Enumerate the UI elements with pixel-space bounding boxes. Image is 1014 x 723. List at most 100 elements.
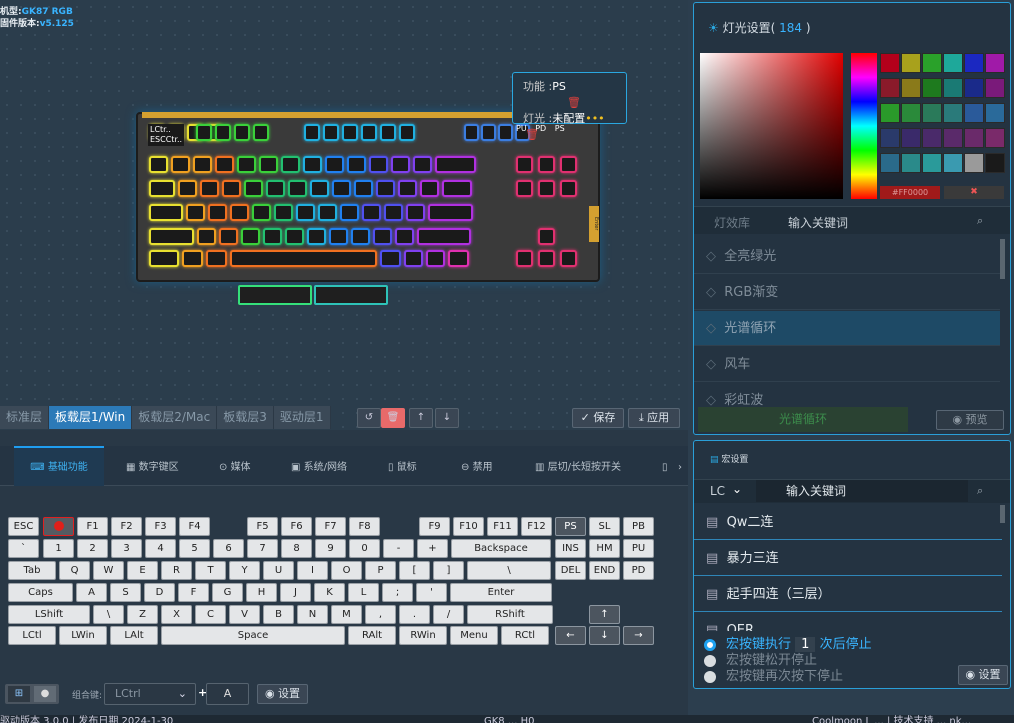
key-r2-15[interactable]: HM xyxy=(589,539,620,558)
preview-key[interactable] xyxy=(307,228,326,245)
radio-icon[interactable] xyxy=(704,654,716,667)
color-swatch[interactable] xyxy=(922,103,942,123)
key-r3-11[interactable]: [ xyxy=(399,561,430,580)
preview-key[interactable] xyxy=(149,156,168,173)
list-item[interactable]: ◇ 全亮绿光 xyxy=(694,239,1000,274)
color-swatch[interactable] xyxy=(901,103,921,123)
key-r5-8[interactable]: M xyxy=(331,605,362,624)
preview-key[interactable] xyxy=(215,156,234,173)
preview-key[interactable] xyxy=(560,156,577,173)
preview-key[interactable] xyxy=(560,180,577,197)
preview-key[interactable] xyxy=(274,204,293,221)
key-r6-10[interactable]: → xyxy=(623,626,654,645)
preview-key[interactable] xyxy=(329,228,348,245)
tab-numpad[interactable]: ▦ 数字键区 xyxy=(126,446,179,486)
key-r4-2[interactable]: S xyxy=(110,583,141,602)
preview-key[interactable] xyxy=(404,250,423,267)
key-r1-16[interactable]: PB xyxy=(623,517,654,536)
key-r1-8[interactable]: F7 xyxy=(315,517,346,536)
color-swatch[interactable] xyxy=(880,153,900,173)
tab-standard-layer[interactable]: 标准层 xyxy=(0,406,50,429)
delete-icon[interactable]: 🗑 xyxy=(381,408,405,428)
current-effect-button[interactable]: 光谱循环 xyxy=(698,407,908,432)
key-r1-0[interactable]: ESC xyxy=(8,517,39,536)
preview-key[interactable] xyxy=(230,204,249,221)
combo-settings-button[interactable]: ◉ 设置 xyxy=(257,684,308,704)
key-r2-12[interactable]: + xyxy=(417,539,448,558)
color-swatch[interactable] xyxy=(943,53,963,73)
tab-system-network[interactable]: ▣ 系统/网络 xyxy=(291,446,347,486)
key-r2-6[interactable]: 6 xyxy=(213,539,244,558)
color-swatch[interactable] xyxy=(943,128,963,148)
color-swatch[interactable] xyxy=(943,153,963,173)
tab-more-icon[interactable]: ▯ xyxy=(662,446,668,486)
spacebar-right-swatch[interactable] xyxy=(314,285,388,305)
key-r6-8[interactable]: ← xyxy=(555,626,586,645)
key-r3-5[interactable]: T xyxy=(195,561,226,580)
preview-key[interactable] xyxy=(281,156,300,173)
preview-key[interactable] xyxy=(442,180,472,197)
preview-key[interactable] xyxy=(362,204,381,221)
color-swatch[interactable] xyxy=(985,103,1005,123)
windows-icon[interactable]: ⊞ xyxy=(8,686,30,702)
color-saturation-picker[interactable] xyxy=(700,53,843,199)
preview-key[interactable] xyxy=(398,180,417,197)
key-r3-10[interactable]: P xyxy=(365,561,396,580)
color-swatch[interactable] xyxy=(985,128,1005,148)
key-r2-3[interactable]: 3 xyxy=(111,539,142,558)
spacebar-left-swatch[interactable] xyxy=(238,285,312,305)
preview-key[interactable] xyxy=(296,204,315,221)
key-r4-6[interactable]: H xyxy=(246,583,277,602)
list-item[interactable]: ◇ 光谱循环 xyxy=(694,311,1000,346)
color-swatch[interactable] xyxy=(964,103,984,123)
key-r6-6[interactable]: Menu xyxy=(450,626,498,645)
tab-media[interactable]: ⊙ 媒体 xyxy=(219,446,251,486)
option-release-stop[interactable]: 宏按键松开停止 xyxy=(704,653,872,669)
option-execute[interactable]: 宏按键执行 1 次后停止 xyxy=(704,637,872,653)
preview-key[interactable] xyxy=(171,156,190,173)
key-r3-7[interactable]: U xyxy=(263,561,294,580)
preview-key[interactable] xyxy=(178,180,197,197)
key-r4-4[interactable]: F xyxy=(178,583,209,602)
preview-key[interactable] xyxy=(340,204,359,221)
effect-library-tab[interactable]: 灯效库 xyxy=(714,214,750,231)
preview-key[interactable] xyxy=(222,180,241,197)
preview-key[interactable] xyxy=(538,228,555,245)
key-r2-11[interactable]: - xyxy=(383,539,414,558)
key-r6-4[interactable]: RAlt xyxy=(348,626,396,645)
key-r1-6[interactable]: F5 xyxy=(247,517,278,536)
save-button[interactable]: ✓ 保存 xyxy=(572,408,624,428)
color-swatch[interactable] xyxy=(985,153,1005,173)
key-r6-2[interactable]: LAlt xyxy=(110,626,158,645)
key-r1-10[interactable]: F9 xyxy=(419,517,450,536)
key-r3-9[interactable]: O xyxy=(331,561,362,580)
preview-key[interactable] xyxy=(560,250,577,267)
preview-key[interactable] xyxy=(448,250,469,267)
key-r4-1[interactable]: A xyxy=(76,583,107,602)
tab-onboard-layer-1[interactable]: 板载层1/Win xyxy=(49,406,133,429)
key-r5-4[interactable]: C xyxy=(195,605,226,624)
search-icon[interactable]: ⌕ xyxy=(977,484,983,498)
list-item[interactable]: ▤ QER xyxy=(694,613,1002,631)
chevron-right-icon[interactable]: › xyxy=(678,446,682,486)
key-r5-12[interactable]: RShift xyxy=(467,605,553,624)
color-swatch[interactable] xyxy=(964,153,984,173)
preview-key[interactable] xyxy=(237,156,256,173)
radio-icon[interactable] xyxy=(704,670,716,683)
color-swatch[interactable] xyxy=(922,53,942,73)
preview-key[interactable] xyxy=(342,124,358,141)
preview-key[interactable] xyxy=(234,124,250,141)
preview-key[interactable] xyxy=(206,250,227,267)
preview-key[interactable] xyxy=(426,250,445,267)
list-item[interactable]: ▤ Qw二连 xyxy=(694,505,1002,540)
color-swatch[interactable] xyxy=(943,103,963,123)
color-swatch[interactable] xyxy=(901,153,921,173)
tab-mouse[interactable]: ▯ 鼠标 xyxy=(388,446,417,486)
preview-key[interactable] xyxy=(182,250,203,267)
key-r5-6[interactable]: B xyxy=(263,605,294,624)
key-r5-13[interactable]: ↑ xyxy=(589,605,620,624)
key-r5-9[interactable]: , xyxy=(365,605,396,624)
preview-key[interactable] xyxy=(538,180,555,197)
key-r4-3[interactable]: D xyxy=(144,583,175,602)
preview-key[interactable] xyxy=(259,156,278,173)
